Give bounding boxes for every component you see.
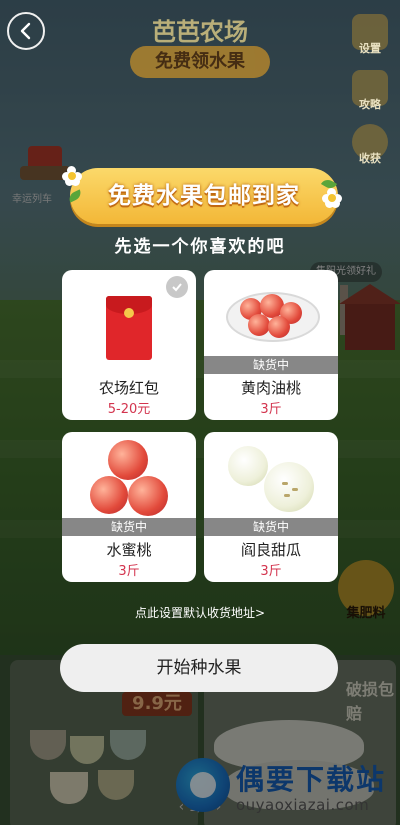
harvest-label: 收获 — [359, 152, 381, 165]
prize-card-melon[interactable]: 缺货中 阎良甜瓜 3斤 — [204, 432, 338, 582]
back-button[interactable] — [7, 12, 45, 50]
modal-overlay[interactable] — [0, 0, 400, 825]
settings-label: 设置 — [359, 42, 381, 55]
set-address-link[interactable]: 点此设置默认收货地址> — [0, 604, 400, 621]
flower-right-icon — [322, 188, 342, 208]
flower-left-icon — [62, 166, 82, 186]
prize-name: 黄肉油桃 — [240, 379, 301, 397]
game-title: 芭芭农场 — [152, 18, 248, 46]
start-planting-button[interactable]: 开始种水果 — [60, 644, 338, 692]
prize-card-peach[interactable]: 缺货中 水蜜桃 3斤 — [62, 432, 196, 582]
prize-amount: 5-20元 — [107, 402, 151, 417]
free-fruit-banner-text: 免费领水果 — [155, 51, 245, 72]
prize-weight: 3斤 — [260, 402, 282, 417]
out-of-stock-bar: 缺货中 — [204, 518, 338, 536]
guide-label: 攻略 — [359, 98, 381, 111]
prize-name: 农场红包 — [98, 379, 159, 397]
selected-check-icon — [166, 276, 188, 298]
prize-card-nectarine[interactable]: 缺货中 黄肉油桃 3斤 — [204, 270, 338, 420]
chevron-left-icon — [20, 22, 31, 40]
out-of-stock-bar: 缺货中 — [204, 356, 338, 374]
modal-title: 免费水果包邮到家 — [108, 183, 300, 209]
out-of-stock-bar: 缺货中 — [62, 518, 196, 536]
modal-subtitle: 先选一个你喜欢的吧 — [114, 237, 286, 257]
free-fruit-banner: 免费领水果 — [130, 46, 270, 78]
prize-name: 水蜜桃 — [106, 541, 152, 559]
prize-weight: 3斤 — [118, 564, 140, 579]
peach-icon — [108, 440, 148, 480]
prize-name: 阎良甜瓜 — [240, 541, 301, 559]
modal-title-banner: 免费水果包邮到家 — [70, 168, 338, 224]
prize-weight: 3斤 — [260, 564, 282, 579]
red-envelope-icon — [106, 296, 152, 360]
prize-card-red-envelope[interactable]: 农场红包 5-20元 — [62, 270, 196, 420]
melon-icon — [228, 446, 268, 486]
